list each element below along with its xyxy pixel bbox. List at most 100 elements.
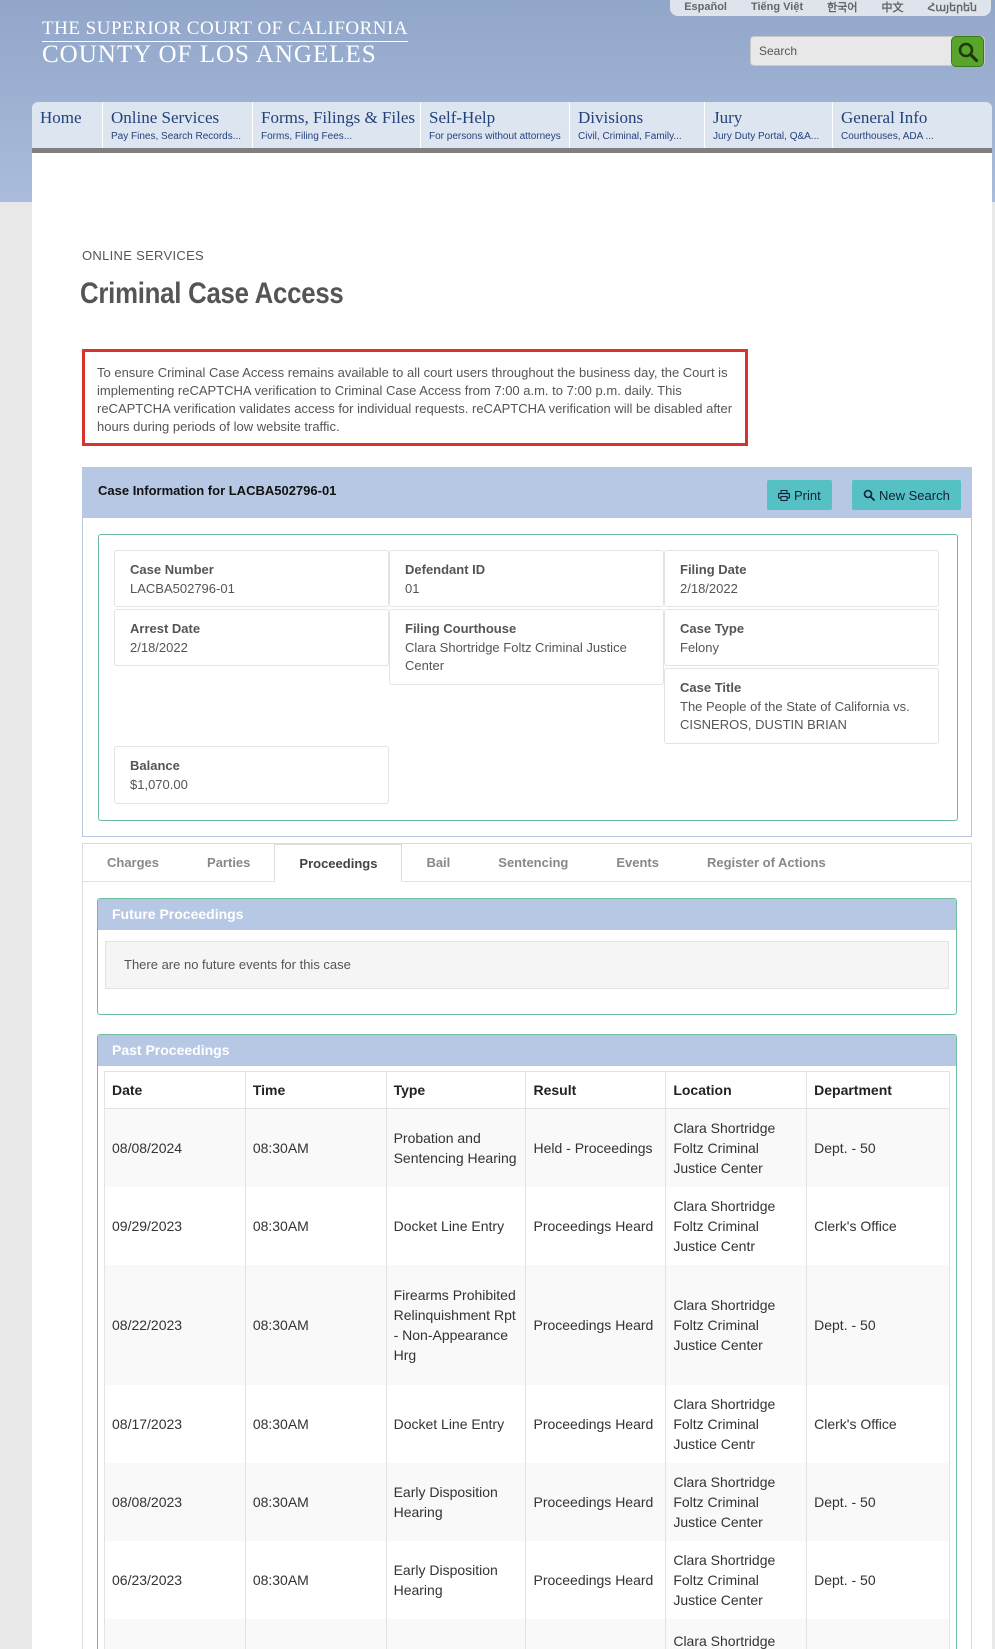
future-proceedings-panel: Future Proceedings There are no future e… xyxy=(97,898,957,1015)
case-header-title: Case Information for LACBA502796-01 xyxy=(98,483,337,498)
nav-online-services[interactable]: Online Services Pay Fines, Search Record… xyxy=(103,102,253,148)
field-label: Defendant ID xyxy=(405,562,486,577)
new-search-button[interactable]: New Search xyxy=(852,480,961,510)
court-name-line2: COUNTY OF LOS ANGELES xyxy=(42,41,377,68)
column-header-location: Location xyxy=(665,1071,808,1109)
nav-subtitle: Pay Fines, Search Records... xyxy=(111,131,242,142)
future-proceedings-title: Future Proceedings xyxy=(98,899,956,930)
language-link-korean[interactable]: 한국어 xyxy=(827,0,857,15)
cell-time: 08:30AM xyxy=(244,1186,387,1265)
cell-location: Clara Shortridge Foltz Criminal Justice … xyxy=(665,1108,808,1187)
table-row: 09/29/2023 08:30AM Docket Line Entry Pro… xyxy=(104,1186,950,1265)
field-value: $1,070.00 xyxy=(130,777,188,792)
cell-result: Proceedings Heard xyxy=(525,1186,667,1265)
cell-department: Clerk's Office xyxy=(806,1186,950,1265)
cell-department: Dept. - 50 xyxy=(806,1264,950,1385)
tab-charges[interactable]: Charges xyxy=(83,843,183,881)
cell-department: Dept. - 50 xyxy=(806,1108,950,1187)
table-row: 08/08/2024 08:30AM Probation and Sentenc… xyxy=(104,1108,950,1187)
tab-register-of-actions[interactable]: Register of Actions xyxy=(683,843,850,881)
no-future-events-message: There are no future events for this case xyxy=(105,941,949,989)
table-row: 06/23/2023 08:30AM Early Disposition Hea… xyxy=(104,1540,950,1619)
nav-forms-filings[interactable]: Forms, Filings & Files Forms, Filing Fee… xyxy=(253,102,421,148)
print-button[interactable]: Print xyxy=(767,480,832,510)
cell-department xyxy=(806,1618,950,1649)
language-link-chinese[interactable]: 中文 xyxy=(882,0,904,15)
nav-subtitle: For persons without attorneys xyxy=(429,131,561,142)
tab-events[interactable]: Events xyxy=(592,843,683,881)
column-header-date: Date xyxy=(104,1071,246,1109)
page-title: Criminal Case Access xyxy=(80,277,344,310)
cell-location: Clara Shortridge Foltz Criminal Justice … xyxy=(665,1384,808,1463)
print-icon xyxy=(778,489,790,501)
case-information-panel: Case Information for LACBA502796-01 Prin… xyxy=(82,467,972,837)
cell-type: Early Disposition Hearing xyxy=(385,1462,527,1541)
filing-date-field: Filing Date 2/18/2022 xyxy=(664,550,939,607)
case-details: Case Number LACBA502796-01 Defendant ID … xyxy=(98,534,958,821)
search-input[interactable] xyxy=(751,37,949,65)
tab-proceedings[interactable]: Proceedings xyxy=(274,844,403,882)
defendant-id-field: Defendant ID 01 xyxy=(389,550,664,607)
nav-subtitle: Civil, Criminal, Family... xyxy=(578,131,682,142)
nav-subtitle: Jury Duty Portal, Q&A... xyxy=(713,131,820,142)
new-search-label: New Search xyxy=(879,487,950,503)
column-header-result: Result xyxy=(525,1071,667,1109)
nav-divisions[interactable]: Divisions Civil, Criminal, Family... xyxy=(570,102,705,148)
cell-time: 08:30AM xyxy=(244,1462,387,1541)
case-panel-header: Case Information for LACBA502796-01 Prin… xyxy=(83,468,971,518)
cell-time: 08:30AM xyxy=(244,1108,387,1187)
balance-field: Balance $1,070.00 xyxy=(114,746,389,804)
tab-parties[interactable]: Parties xyxy=(183,843,274,881)
past-proceedings-title: Past Proceedings xyxy=(98,1035,956,1066)
past-proceedings-panel: Past Proceedings Date Time Type Result L… xyxy=(97,1034,957,1649)
field-label: Filing Courthouse xyxy=(405,621,517,636)
cell-location: Clara Shortridge Foltz Criminal Justice … xyxy=(665,1540,808,1619)
table-row: 08/17/2023 08:30AM Docket Line Entry Pro… xyxy=(104,1384,950,1463)
cell-time: 08:30AM xyxy=(244,1384,387,1463)
language-link-armenian[interactable]: Հայերեն xyxy=(928,1,977,14)
cell-department: Clerk's Office xyxy=(806,1384,950,1463)
cell-result xyxy=(525,1618,667,1649)
court-logo[interactable]: THE SUPERIOR COURT OF CALIFORNIA COUNTY … xyxy=(42,18,409,68)
cell-department: Dept. - 50 xyxy=(806,1540,950,1619)
cell-date: 08/17/2023 xyxy=(104,1384,246,1463)
cell-result: Held - Proceedings xyxy=(525,1108,667,1187)
case-title-field: Case Title The People of the State of Ca… xyxy=(664,668,939,744)
column-header-type: Type xyxy=(385,1071,527,1109)
cell-result: Proceedings Heard xyxy=(525,1462,667,1541)
field-value: Felony xyxy=(680,640,720,655)
nav-title: Forms, Filings & Files xyxy=(261,108,415,127)
field-label: Case Type xyxy=(680,621,745,636)
field-label: Case Title xyxy=(680,680,742,695)
field-value: 2/18/2022 xyxy=(130,640,188,655)
nav-self-help[interactable]: Self-Help For persons without attorneys xyxy=(421,102,570,148)
nav-general-info[interactable]: General Info Courthouses, ADA ... xyxy=(833,102,992,148)
nav-subtitle: Forms, Filing Fees... xyxy=(261,131,353,142)
case-number-field: Case Number LACBA502796-01 xyxy=(114,550,389,607)
breadcrumb[interactable]: ONLINE SERVICES xyxy=(82,248,204,263)
field-label: Case Number xyxy=(130,562,214,577)
cell-date: 08/08/2023 xyxy=(104,1462,246,1541)
nav-jury[interactable]: Jury Jury Duty Portal, Q&A... xyxy=(705,102,833,148)
tab-bail[interactable]: Bail xyxy=(402,843,474,881)
language-bar: Español Tiếng Việt 한국어 中文 Հայերեն xyxy=(670,0,991,16)
cell-result: Proceedings Heard xyxy=(525,1264,667,1385)
language-link-vietnamese[interactable]: Tiếng Việt xyxy=(751,1,803,13)
case-type-field: Case Type Felony xyxy=(664,609,939,666)
cell-type: Early Disposition Hearing xyxy=(385,1540,527,1619)
table-row: Clara Shortridge xyxy=(104,1618,950,1649)
cell-date xyxy=(104,1618,246,1649)
language-link-spanish[interactable]: Español xyxy=(684,1,727,13)
cell-location: Clara Shortridge Foltz Criminal Justice … xyxy=(665,1186,808,1265)
tab-sentencing[interactable]: Sentencing xyxy=(474,843,592,881)
field-label: Filing Date xyxy=(680,562,747,577)
arrest-date-field: Arrest Date 2/18/2022 xyxy=(114,609,389,666)
cell-type xyxy=(385,1618,527,1649)
case-tabs: Charges Parties Proceedings Bail Sentenc… xyxy=(82,843,972,882)
cell-location: Clara Shortridge Foltz Criminal Justice … xyxy=(665,1264,808,1385)
cell-date: 06/23/2023 xyxy=(104,1540,246,1619)
nav-home[interactable]: Home xyxy=(32,102,103,148)
nav-subtitle: Courthouses, ADA ... xyxy=(841,131,934,142)
nav-title: Home xyxy=(40,108,82,127)
search-button[interactable] xyxy=(951,36,984,67)
